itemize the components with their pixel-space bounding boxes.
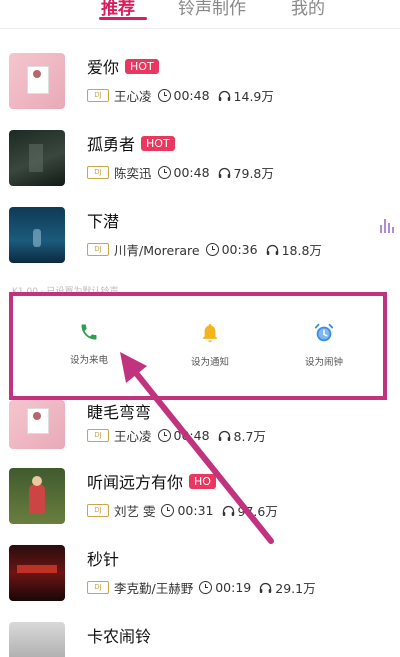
headphones-icon <box>218 167 231 179</box>
set-as-notification-button[interactable]: 设为通知 <box>170 322 250 368</box>
song-duration: 00:19 <box>215 580 252 595</box>
clock-icon <box>161 504 175 517</box>
ringtone-action-panel: 设为来电 设为通知 设为闹钟 <box>9 292 387 400</box>
song-plays: 29.1万 <box>275 581 316 596</box>
dj-tag-icon: DJ <box>87 429 109 442</box>
album-cover <box>9 545 65 601</box>
song-duration: 00:36 <box>221 242 258 257</box>
song-title: 下潜 <box>87 212 120 231</box>
headphones-icon <box>259 582 272 594</box>
headphones-icon <box>222 505 235 517</box>
album-cover <box>9 468 65 524</box>
song-artist: 刘艺 雯 <box>114 504 156 519</box>
dj-tag-icon: DJ <box>87 166 109 179</box>
phone-icon <box>79 324 99 346</box>
song-plays: 18.8万 <box>281 243 322 258</box>
song-title: 睫毛弯弯 <box>87 403 152 422</box>
now-playing-icon <box>380 219 394 233</box>
clock-icon <box>157 166 171 179</box>
song-row[interactable]: 孤勇者 HOT DJ 陈奕迅 00:48 79.8万 <box>0 130 400 200</box>
song-row[interactable]: 爱你 HOT DJ 王心凌 00:48 14.9万 <box>0 53 400 123</box>
tab-active-indicator <box>99 17 147 20</box>
song-artist: 川青/Morerare <box>114 243 200 258</box>
hot-badge: HOT <box>141 135 175 151</box>
song-title: 孤勇者 <box>87 135 136 154</box>
clock-icon <box>205 243 219 256</box>
dj-tag-icon: DJ <box>87 89 109 102</box>
song-artist: 李克勤/王赫野 <box>114 581 194 596</box>
hot-badge: HO <box>189 473 216 489</box>
song-duration: 00:48 <box>173 428 210 443</box>
tab-ringtone-make[interactable]: 铃声制作 <box>178 0 246 19</box>
song-plays: 79.8万 <box>233 166 274 181</box>
headphones-icon <box>266 244 279 256</box>
clock-icon <box>157 89 171 102</box>
album-cover <box>9 622 65 657</box>
clock-icon <box>199 581 213 594</box>
song-duration: 00:48 <box>173 88 210 103</box>
dj-tag-icon: DJ <box>87 243 109 256</box>
set-as-ringtone-button[interactable]: 设为来电 <box>49 322 129 366</box>
song-duration: 00:48 <box>173 165 210 180</box>
album-cover <box>9 53 65 109</box>
headphones-icon <box>218 90 231 102</box>
bell-icon <box>200 323 220 348</box>
song-duration: 00:31 <box>177 503 214 518</box>
song-artist: 陈奕迅 <box>114 166 152 181</box>
alarm-clock-icon <box>313 323 335 348</box>
song-plays: 97.6万 <box>237 504 278 519</box>
song-title: 爱你 <box>87 58 120 77</box>
action-label: 设为通知 <box>190 357 229 368</box>
album-cover <box>9 207 65 263</box>
set-as-alarm-button[interactable]: 设为闹钟 <box>284 322 364 368</box>
album-cover <box>9 400 65 449</box>
song-title: 秒针 <box>87 550 120 569</box>
song-plays: 8.7万 <box>233 429 266 444</box>
song-artist: 王心凌 <box>114 89 152 104</box>
song-title: 听闻远方有你 <box>87 473 184 492</box>
song-title: 卡农闹铃 <box>87 627 152 646</box>
action-label: 设为闹钟 <box>304 357 343 368</box>
dj-tag-icon: DJ <box>87 504 109 517</box>
tab-mine[interactable]: 我的 <box>291 0 325 19</box>
song-row[interactable]: 睫毛弯弯 DJ 王心凌 00:48 8.7万 <box>0 393 400 463</box>
song-row[interactable]: 听闻远方有你 HO DJ 刘艺 雯 00:31 97.6万 <box>0 468 400 538</box>
dj-tag-icon: DJ <box>87 581 109 594</box>
headphones-icon <box>218 430 231 442</box>
song-row[interactable]: 秒针 DJ 李克勤/王赫野 00:19 29.1万 <box>0 545 400 615</box>
album-cover <box>9 130 65 186</box>
tab-bar: 推荐 铃声制作 我的 <box>0 0 400 24</box>
action-label: 设为来电 <box>69 355 108 366</box>
song-row[interactable]: 卡农闹铃 <box>0 622 400 657</box>
clock-icon <box>157 429 171 442</box>
song-row[interactable]: 下潜 DJ 川青/Morerare 00:36 18.8万 <box>0 207 400 277</box>
song-artist: 王心凌 <box>114 429 152 444</box>
song-plays: 14.9万 <box>233 89 274 104</box>
hot-badge: HOT <box>125 58 159 74</box>
header-divider <box>0 28 400 29</box>
